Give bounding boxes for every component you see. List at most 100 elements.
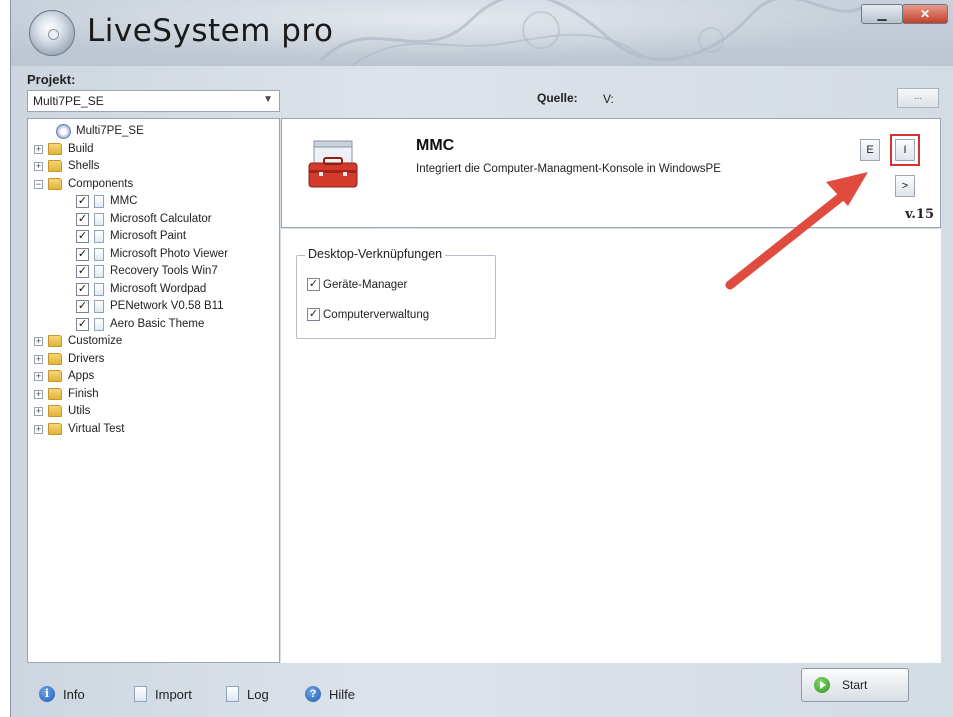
expand-icon[interactable]: +	[34, 337, 43, 346]
close-button[interactable]: ✕	[902, 4, 948, 24]
checkbox-checked-icon[interactable]: ✓	[307, 308, 320, 321]
checkbox-checked-icon[interactable]: ✓	[76, 195, 89, 208]
tree-folder[interactable]: + Shells	[28, 158, 279, 176]
tree-label: Finish	[68, 387, 99, 400]
edit-button[interactable]: E	[860, 139, 880, 161]
expand-icon[interactable]: +	[34, 407, 43, 416]
expand-icon[interactable]: +	[34, 424, 43, 434]
tree-folder[interactable]: + Utils	[28, 403, 279, 421]
module-title: MMC	[416, 137, 455, 154]
tree-component[interactable]: ✓ Aero Basic Theme	[28, 316, 279, 334]
tree-label: Utils	[68, 405, 91, 417]
tree-label: Microsoft Photo Viewer	[110, 247, 229, 260]
checkbox-checked-icon[interactable]: ✓	[76, 300, 89, 313]
module-header-panel: MMC Integriert die Computer-Managment-Ko…	[281, 118, 941, 228]
tree-component[interactable]: ✓ Microsoft Calculator	[28, 211, 279, 229]
tree-label: Aero Basic Theme	[110, 317, 205, 330]
document-icon	[94, 212, 104, 226]
document-icon	[94, 195, 104, 208]
source-browse-button[interactable]: ...	[897, 88, 939, 108]
expand-icon[interactable]: +	[34, 354, 43, 364]
help-icon: ?	[305, 686, 321, 702]
tree-folder[interactable]: + Build	[28, 141, 279, 159]
shortcut-computerverwaltung[interactable]: ✓ Computerverwaltung	[307, 308, 429, 321]
tree-folder[interactable]: + Virtual Test	[28, 421, 279, 439]
folder-icon	[48, 177, 62, 190]
help-label: Hilfe	[329, 686, 356, 702]
source-value: V:	[603, 92, 614, 106]
start-label: Start	[842, 678, 868, 692]
tree-folder[interactable]: + Drivers	[28, 351, 279, 369]
folder-icon	[48, 370, 62, 382]
next-button[interactable]: >	[895, 175, 915, 197]
tree-component[interactable]: ✓ PENetwork V0.58 B11	[28, 298, 279, 316]
import-link[interactable]: Import	[134, 686, 192, 702]
folder-icon	[48, 352, 62, 365]
project-select[interactable]: Multi7PE_SE ▼	[27, 90, 280, 112]
expand-icon[interactable]: +	[34, 372, 43, 381]
expand-icon[interactable]: +	[34, 162, 43, 171]
start-button[interactable]: Start	[801, 668, 909, 702]
minimize-button[interactable]: ▁	[861, 4, 903, 24]
expand-icon[interactable]: +	[34, 389, 43, 399]
tree-folder[interactable]: + Customize	[28, 333, 279, 351]
help-link[interactable]: ? Hilfe	[305, 686, 355, 702]
checkbox-checked-icon[interactable]: ✓	[307, 278, 320, 291]
tree-component[interactable]: ✓ Microsoft Wordpad	[28, 281, 279, 299]
desktop-shortcuts-group: Desktop-Verknüpfungen ✓ Geräte-Manager ✓…	[296, 247, 496, 339]
checkbox-checked-icon[interactable]: ✓	[76, 212, 89, 226]
tree-folder[interactable]: + Finish	[28, 386, 279, 404]
document-icon	[94, 230, 104, 243]
project-root-icon	[56, 124, 71, 139]
desktop-shortcuts-title: Desktop-Verknüpfungen	[305, 247, 446, 261]
folder-icon	[48, 335, 62, 347]
tree-label: PENetwork V0.58 B11	[110, 300, 224, 312]
toolbox-icon	[308, 140, 358, 188]
app-title: LiveSystem pro	[87, 13, 334, 49]
tree-label: Virtual Test	[68, 422, 125, 435]
tree-label: Microsoft Calculator	[110, 212, 212, 225]
shortcut-label: Geräte-Manager	[323, 278, 408, 291]
footer-bar: i Info Import Log ? Hilfe Start	[11, 668, 953, 717]
tree-label: MMC	[110, 195, 138, 207]
tree-component[interactable]: ✓ Recovery Tools Win7	[28, 263, 279, 281]
expand-icon[interactable]: +	[34, 144, 43, 154]
shortcut-geraete-manager[interactable]: ✓ Geräte-Manager	[307, 278, 407, 291]
document-icon	[94, 317, 104, 331]
checkbox-checked-icon[interactable]: ✓	[76, 247, 89, 261]
tree-label: Customize	[68, 335, 123, 347]
checkbox-checked-icon[interactable]: ✓	[76, 230, 89, 243]
tree-root[interactable]: Multi7PE_SE	[28, 123, 279, 141]
tree-label: Build	[68, 142, 94, 155]
folder-icon	[48, 405, 62, 417]
app-logo-icon	[29, 10, 75, 56]
checkbox-checked-icon[interactable]: ✓	[76, 265, 89, 278]
tree-folder-components[interactable]: − Components	[28, 176, 279, 194]
tree-component[interactable]: ✓ MMC	[28, 193, 279, 211]
tree-component[interactable]: ✓ Microsoft Paint	[28, 228, 279, 246]
window-controls: ▁ ✕	[861, 4, 948, 24]
source-label: Quelle:	[537, 91, 578, 105]
folder-icon	[48, 387, 62, 400]
play-icon	[814, 677, 830, 693]
tree-label: Apps	[68, 370, 95, 382]
module-version: v.15	[905, 207, 934, 222]
log-icon	[226, 686, 239, 702]
checkbox-checked-icon[interactable]: ✓	[76, 282, 89, 296]
collapse-icon[interactable]: −	[34, 179, 43, 189]
checkbox-checked-icon[interactable]: ✓	[76, 317, 89, 331]
import-icon	[134, 686, 147, 702]
decorative-swirl	[319, 0, 867, 66]
log-link[interactable]: Log	[226, 686, 269, 702]
tree-folder[interactable]: + Apps	[28, 368, 279, 386]
folder-icon	[48, 160, 62, 172]
tree-label: Microsoft Wordpad	[110, 282, 207, 295]
info-link[interactable]: i Info	[39, 686, 85, 702]
chevron-down-icon[interactable]: ▼	[263, 94, 273, 105]
title-bar: LiveSystem pro ▁ ✕	[11, 0, 953, 66]
tree-component[interactable]: ✓ Microsoft Photo Viewer	[28, 246, 279, 264]
import-label: Import	[155, 686, 192, 702]
tree-label: Multi7PE_SE	[76, 125, 144, 137]
document-icon	[94, 265, 104, 278]
project-tree[interactable]: Multi7PE_SE + Build + Shells − Components ✓ MMC ✓…	[27, 118, 280, 663]
